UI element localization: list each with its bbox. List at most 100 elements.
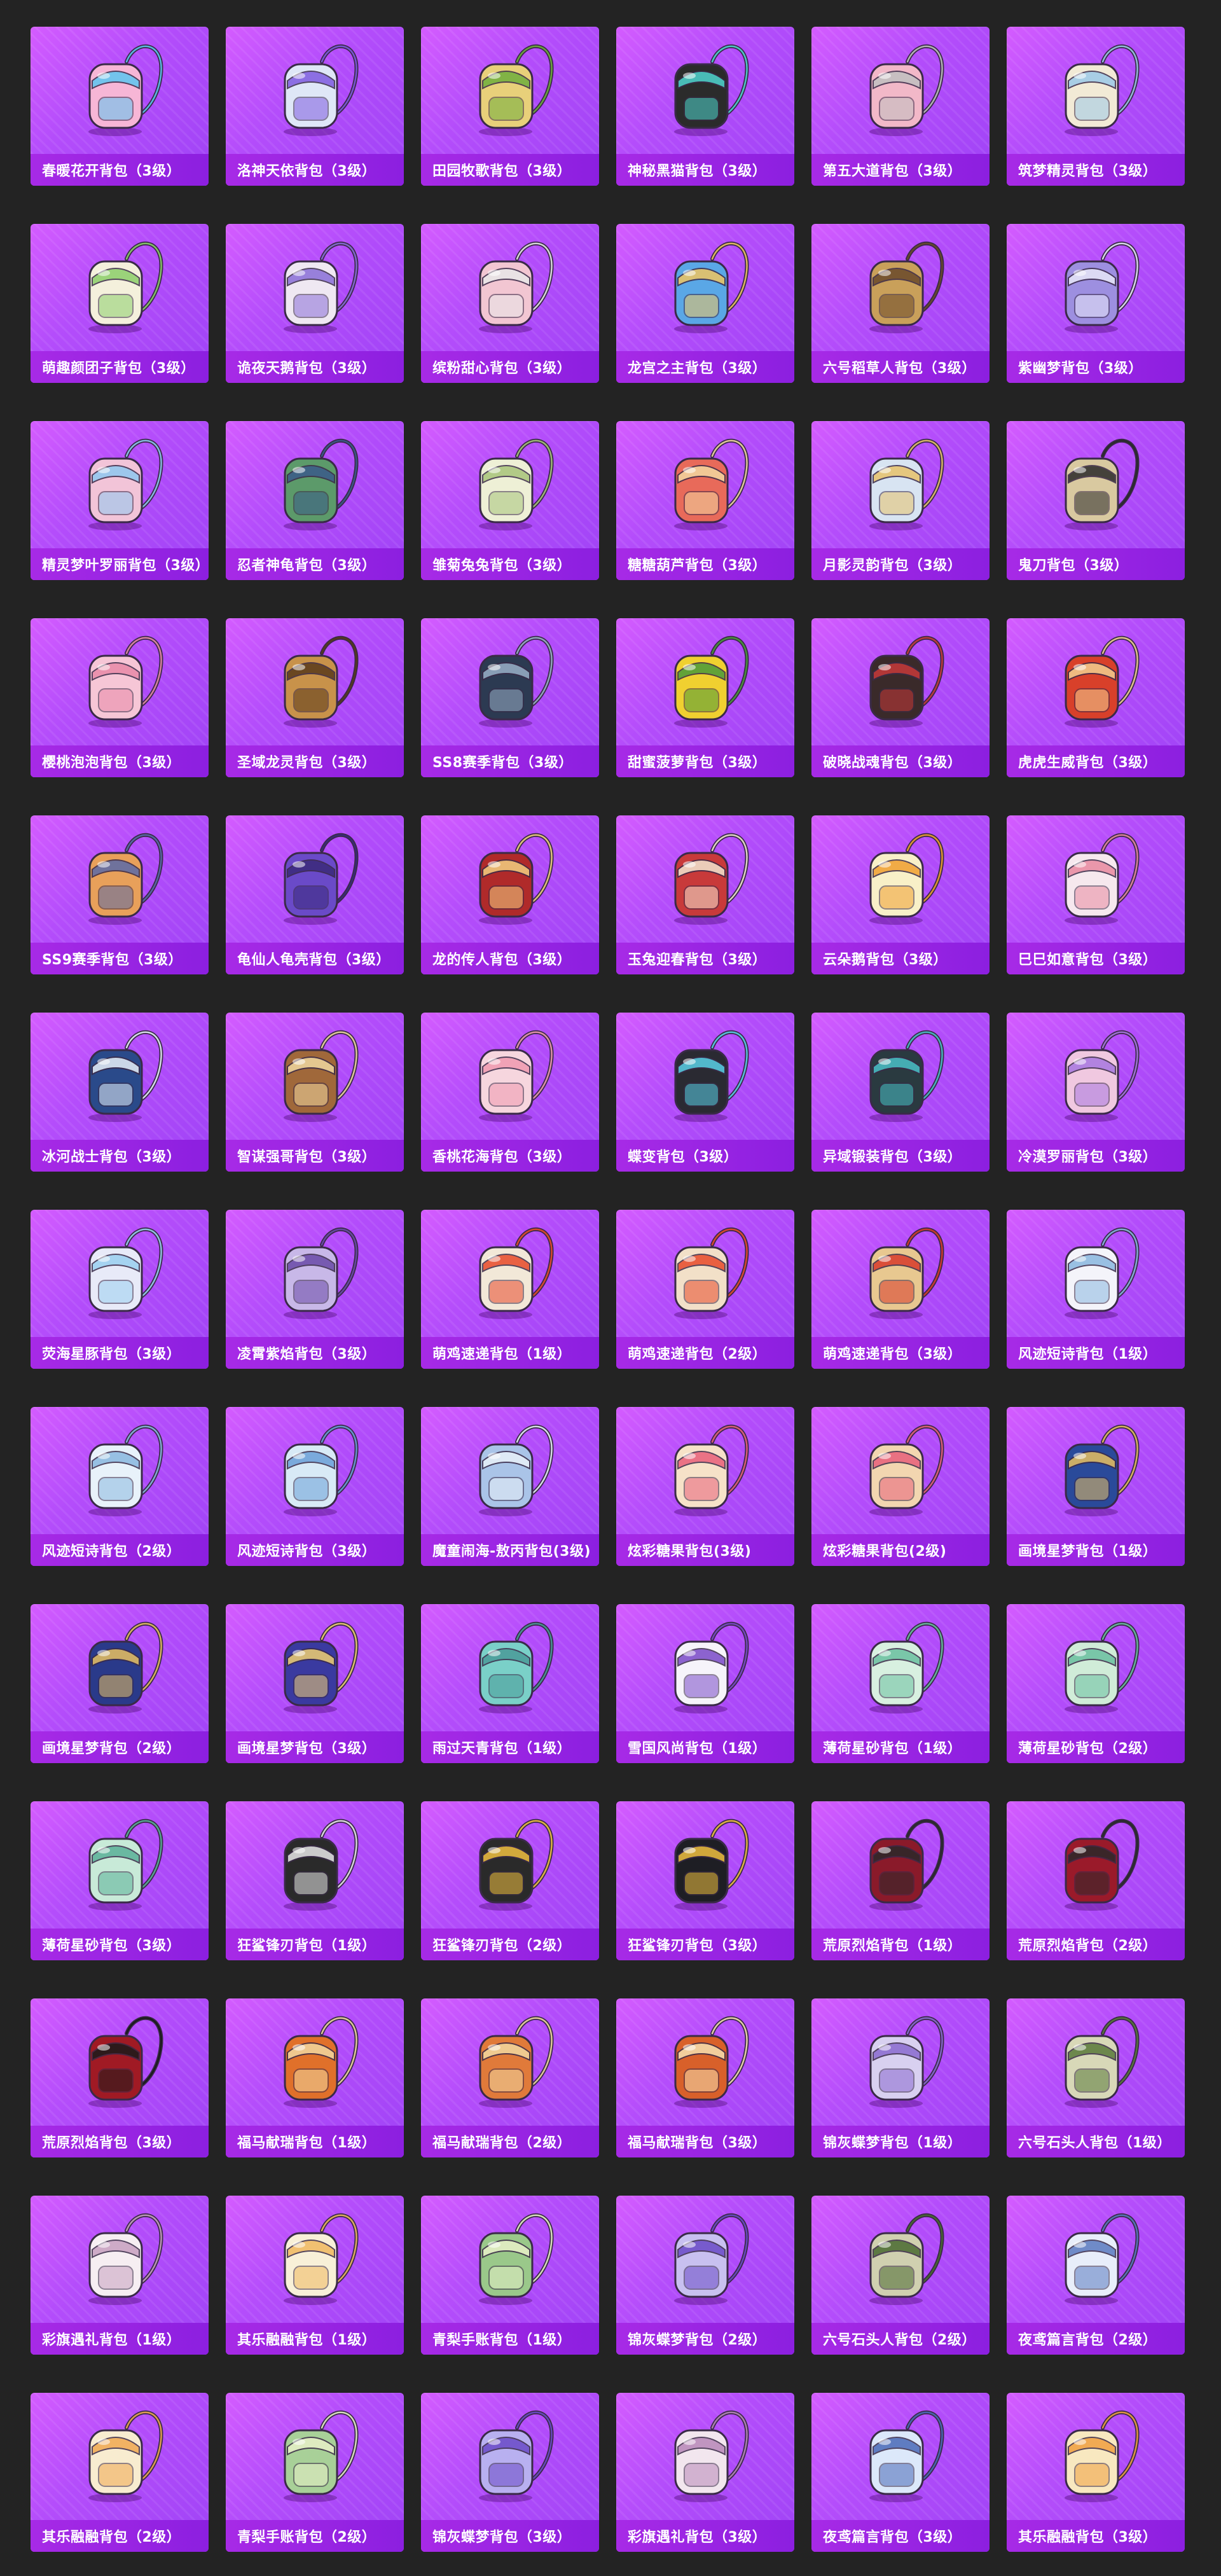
backpack-card[interactable]: 智谋强哥背包（3级）	[226, 1013, 404, 1172]
label-bar: 六号石头人背包（2级）	[811, 2323, 990, 2355]
backpack-card[interactable]: 薄荷星砂背包（1级）	[811, 1604, 990, 1763]
backpack-card[interactable]: 狂鲨锋刃背包（1级）	[226, 1801, 404, 1960]
label-bar: 狂鲨锋刃背包（1级）	[226, 1929, 404, 1960]
backpack-card[interactable]: 荧海星豚背包（3级）	[31, 1210, 209, 1369]
backpack-card[interactable]: 鬼刀背包（3级）	[1007, 421, 1185, 580]
backpack-card[interactable]: 薄荷星砂背包（3级）	[31, 1801, 209, 1960]
backpack-card[interactable]: 其乐融融背包（2级）	[31, 2393, 209, 2552]
backpack-card[interactable]: 甜蜜菠萝背包（3级）	[616, 618, 794, 777]
backpack-card[interactable]: 青梨手账背包（2级）	[226, 2393, 404, 2552]
backpack-card[interactable]: 异域锻装背包（3级）	[811, 1013, 990, 1172]
backpack-card[interactable]: 风迹短诗背包（2级）	[31, 1407, 209, 1566]
label-bar: 风迹短诗背包（2级）	[31, 1534, 209, 1566]
backpack-card[interactable]: 萌鸡速递背包（3级）	[811, 1210, 990, 1369]
label-bar: 鬼刀背包（3级）	[1007, 548, 1185, 580]
backpack-card[interactable]: 萌鸡速递背包（1级）	[421, 1210, 599, 1369]
backpack-card[interactable]: 炫彩糖果背包(2级)	[811, 1407, 990, 1566]
backpack-card[interactable]: 龙宫之主背包（3级）	[616, 224, 794, 383]
backpack-card[interactable]: 洛神天依背包（3级）	[226, 27, 404, 186]
backpack-name: 紫幽梦背包（3级）	[1018, 361, 1143, 377]
backpack-card[interactable]: 神秘黑猫背包（3级）	[616, 27, 794, 186]
backpack-card[interactable]: 田园牧歌背包（3级）	[421, 27, 599, 186]
gourd-backpack-icon	[616, 421, 794, 548]
backpack-card[interactable]: 福马献瑞背包（3级）	[616, 1998, 794, 2157]
backpack-card[interactable]: 龙的传人背包（3级）	[421, 815, 599, 974]
backpack-name: 青梨手账背包（2级）	[237, 2530, 376, 2545]
backpack-card[interactable]: 荒原烈焰背包（3级）	[31, 1998, 209, 2157]
backpack-card[interactable]: 青梨手账背包（1级）	[421, 2196, 599, 2355]
backpack-card[interactable]: 荒原烈焰背包（1级）	[811, 1801, 990, 1960]
flame-backpack-icon	[31, 1998, 209, 2126]
backpack-card[interactable]: 夜鸢篇言背包（3级）	[811, 2393, 990, 2552]
backpack-card[interactable]: 缤粉甜心背包（3级）	[421, 224, 599, 383]
scarecrow-backpack-icon	[811, 224, 990, 351]
backpack-card[interactable]: 薄荷星砂背包（2级）	[1007, 1604, 1185, 1763]
horse-plush-icon	[616, 1998, 794, 2126]
backpack-card[interactable]: 萌鸡速递背包（2级）	[616, 1210, 794, 1369]
backpack-name: 缤粉甜心背包（3级）	[432, 361, 572, 377]
backpack-card[interactable]: 凌霄紫焰背包（3级）	[226, 1210, 404, 1369]
backpack-card[interactable]: 六号稻草人背包（3级）	[811, 224, 990, 383]
backpack-card[interactable]: 诡夜天鹅背包（3级）	[226, 224, 404, 383]
backpack-card[interactable]: 糖糖葫芦背包（3级）	[616, 421, 794, 580]
backpack-card[interactable]: 蝶变背包（3级）	[616, 1013, 794, 1172]
backpack-card[interactable]: 忍者神龟背包（3级）	[226, 421, 404, 580]
label-bar: 雪国风尚背包（1级）	[616, 1731, 794, 1763]
backpack-card[interactable]: 狂鲨锋刃背包（2级）	[421, 1801, 599, 1960]
backpack-card[interactable]: 其乐融融背包（1级）	[226, 2196, 404, 2355]
backpack-card[interactable]: 狂鲨锋刃背包（3级）	[616, 1801, 794, 1960]
backpack-card[interactable]: 巳巳如意背包（3级）	[1007, 815, 1185, 974]
tactical-backpack-icon	[421, 618, 599, 745]
backpack-card[interactable]: 雏菊兔兔背包（3级）	[421, 421, 599, 580]
backpack-card[interactable]: 锦灰蝶梦背包（1级）	[811, 1998, 990, 2157]
label-bar: 巳巳如意背包（3级）	[1007, 943, 1185, 974]
label-bar: 香桃花海背包（3级）	[421, 1140, 599, 1172]
backpack-card[interactable]: 虎虎生威背包（3级）	[1007, 618, 1185, 777]
backpack-name: 月影灵韵背包（3级）	[823, 558, 962, 574]
backpack-card[interactable]: SS9赛季背包（3级）	[31, 815, 209, 974]
backpack-card[interactable]: 彩旗遇礼背包（1级）	[31, 2196, 209, 2355]
backpack-card[interactable]: 第五大道背包（3级）	[811, 27, 990, 186]
backpack-card[interactable]: 福马献瑞背包（1级）	[226, 1998, 404, 2157]
label-bar: 荒原烈焰背包（2级）	[1007, 1929, 1185, 1960]
backpack-card[interactable]: SS8赛季背包（3级）	[421, 618, 599, 777]
backpack-card[interactable]: 荒原烈焰背包（2级）	[1007, 1801, 1185, 1960]
backpack-card[interactable]: 萌趣颜团子背包（3级）	[31, 224, 209, 383]
backpack-card[interactable]: 精灵梦叶罗丽背包（3级）	[31, 421, 209, 580]
backpack-name: 画境星梦背包（2级）	[42, 1741, 181, 1757]
backpack-name: 风迹短诗背包（2级）	[42, 1544, 181, 1560]
backpack-card[interactable]: 紫幽梦背包（3级）	[1007, 224, 1185, 383]
backpack-card[interactable]: 锦灰蝶梦背包（3级）	[421, 2393, 599, 2552]
backpack-card[interactable]: 龟仙人龟壳背包（3级）	[226, 815, 404, 974]
backpack-card[interactable]: 彩旗遇礼背包（3级）	[616, 2393, 794, 2552]
backpack-card[interactable]: 锦灰蝶梦背包（2级）	[616, 2196, 794, 2355]
backpack-card[interactable]: 画境星梦背包（1级）	[1007, 1407, 1185, 1566]
backpack-card[interactable]: 画境星梦背包（2级）	[31, 1604, 209, 1763]
backpack-card[interactable]: 冷漠罗丽背包（3级）	[1007, 1013, 1185, 1172]
backpack-card[interactable]: 破晓战魂背包（3级）	[811, 618, 990, 777]
backpack-card[interactable]: 春暖花开背包（3级）	[31, 27, 209, 186]
backpack-card[interactable]: 云朵鹅背包（3级）	[811, 815, 990, 974]
backpack-card[interactable]: 夜鸢篇言背包（2级）	[1007, 2196, 1185, 2355]
backpack-card[interactable]: 福马献瑞背包（2级）	[421, 1998, 599, 2157]
backpack-card[interactable]: 六号石头人背包（1级）	[1007, 1998, 1185, 2157]
backpack-card[interactable]: 香桃花海背包（3级）	[421, 1013, 599, 1172]
backpack-name: 雪国风尚背包（1级）	[628, 1741, 767, 1757]
backpack-card[interactable]: 玉兔迎春背包（3级）	[616, 815, 794, 974]
backpack-card[interactable]: 樱桃泡泡背包（3级）	[31, 618, 209, 777]
backpack-card[interactable]: 雪国风尚背包（1级）	[616, 1604, 794, 1763]
backpack-card[interactable]: 风迹短诗背包（1级）	[1007, 1210, 1185, 1369]
backpack-card[interactable]: 筑梦精灵背包（3级）	[1007, 27, 1185, 186]
backpack-card[interactable]: 魔童闹海-敖丙背包(3级)	[421, 1407, 599, 1566]
backpack-card[interactable]: 六号石头人背包（2级）	[811, 2196, 990, 2355]
backpack-card[interactable]: 其乐融融背包（3级）	[1007, 2393, 1185, 2552]
backpack-card[interactable]: 月影灵韵背包（3级）	[811, 421, 990, 580]
backpack-card[interactable]: 画境星梦背包（3级）	[226, 1604, 404, 1763]
backpack-card[interactable]: 冰河战士背包（3级）	[31, 1013, 209, 1172]
backpack-card[interactable]: 雨过天青背包（1级）	[421, 1604, 599, 1763]
label-bar: 雏菊兔兔背包（3级）	[421, 548, 599, 580]
backpack-card[interactable]: 炫彩糖果背包(3级)	[616, 1407, 794, 1566]
shark-backpack-icon	[226, 1801, 404, 1929]
backpack-card[interactable]: 圣域龙灵背包（3级）	[226, 618, 404, 777]
backpack-card[interactable]: 风迹短诗背包（3级）	[226, 1407, 404, 1566]
